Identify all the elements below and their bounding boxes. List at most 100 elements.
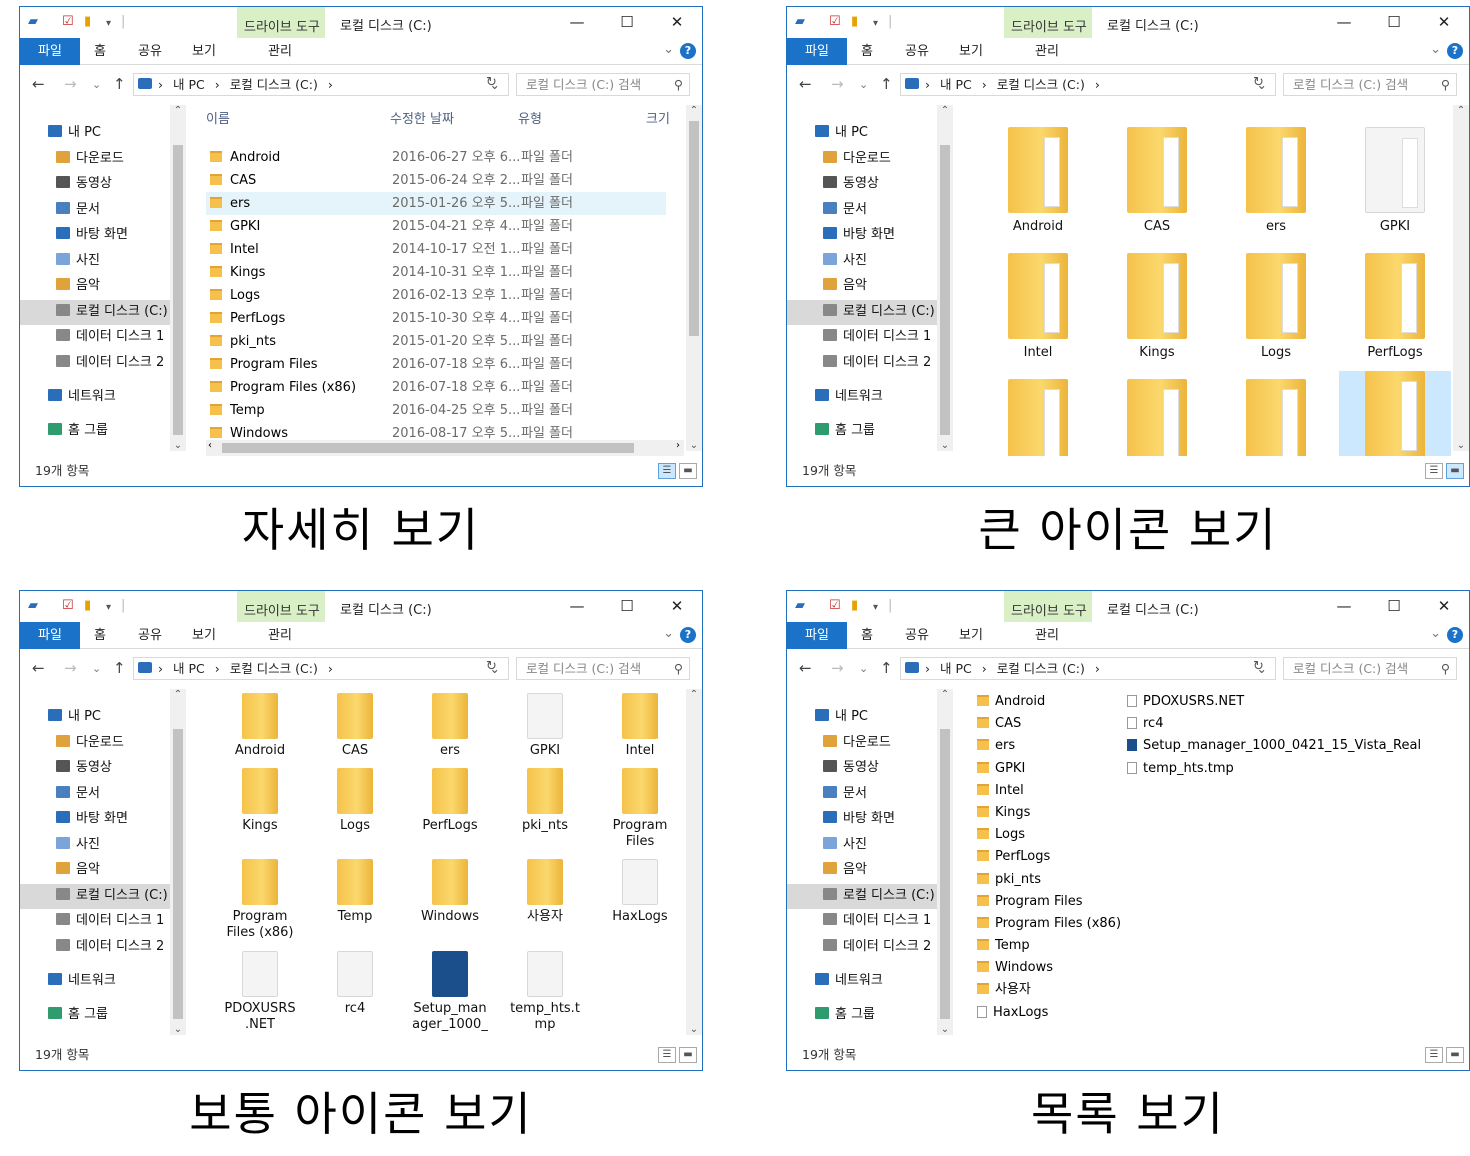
large-icons-view-icon[interactable]: ▬ bbox=[679, 463, 697, 479]
nav-item[interactable]: 네트워크 bbox=[815, 385, 883, 409]
nav-item[interactable]: 다운로드 bbox=[823, 147, 891, 171]
nav-item[interactable]: 음악 bbox=[823, 858, 867, 882]
scroll-right-icon[interactable]: › bbox=[676, 440, 680, 451]
close-button[interactable]: ✕ bbox=[1419, 591, 1469, 622]
nav-item[interactable]: 데이터 디스크 1 bbox=[823, 325, 931, 349]
tab-file[interactable]: 파일 bbox=[20, 38, 80, 65]
search-input[interactable]: 로컬 디스크 (C:) 검색 ⚲ bbox=[1283, 73, 1457, 96]
list-item[interactable]: pki_nts bbox=[977, 869, 1121, 891]
minimize-button[interactable]: — bbox=[552, 591, 602, 622]
up-arrow-icon[interactable]: ↑ bbox=[113, 75, 126, 93]
properties-icon[interactable]: ☑ bbox=[62, 14, 74, 29]
large-icons-view-icon[interactable]: ▬ bbox=[1446, 463, 1464, 479]
nav-item[interactable]: 음악 bbox=[56, 274, 100, 298]
nav-item[interactable]: 홈 그룹 bbox=[815, 1003, 875, 1027]
nav-item[interactable]: 로컬 디스크 (C:) bbox=[823, 300, 935, 324]
tab-file[interactable]: 파일 bbox=[20, 622, 80, 649]
nav-item[interactable]: 데이터 디스크 1 bbox=[56, 325, 164, 349]
breadcrumb-drive[interactable]: 로컬 디스크 (C:) bbox=[230, 77, 318, 92]
large-icon-item[interactable]: PerfLogs bbox=[1339, 253, 1451, 361]
address-bar[interactable]: › 내 PC › 로컬 디스크 (C:) › ⌄ bbox=[900, 657, 1276, 680]
maximize-button[interactable]: ☐ bbox=[602, 591, 652, 622]
tab-file[interactable]: 파일 bbox=[787, 622, 847, 649]
nav-pane-scrollbar[interactable]: ⌃ ⌄ bbox=[170, 689, 186, 1035]
nav-item[interactable]: 사진 bbox=[823, 249, 867, 273]
medium-icon-item[interactable]: rc4 bbox=[310, 951, 400, 1017]
maximize-button[interactable]: ☐ bbox=[602, 7, 652, 38]
close-button[interactable]: ✕ bbox=[652, 7, 702, 38]
explorer-icon[interactable]: ▰ bbox=[28, 598, 38, 613]
back-arrow-icon[interactable]: ← bbox=[799, 659, 812, 677]
list-item[interactable]: PerfLogs bbox=[977, 846, 1121, 868]
search-icon[interactable]: ⚲ bbox=[674, 658, 683, 679]
up-arrow-icon[interactable]: ↑ bbox=[113, 659, 126, 677]
table-row[interactable]: CAS 2015-06-24 오후 2... 파일 폴더 bbox=[206, 169, 666, 192]
large-icon-item[interactable]: CAS bbox=[1101, 127, 1213, 235]
large-icon-item[interactable]: ers bbox=[1220, 127, 1332, 235]
help-icon[interactable]: ? bbox=[1447, 43, 1463, 59]
address-bar[interactable]: › 내 PC › 로컬 디스크 (C:) › ⌄ bbox=[133, 657, 509, 680]
chevron-down-icon[interactable]: ⌄ bbox=[1430, 626, 1441, 641]
customize-quick-access-icon[interactable]: ▾ bbox=[873, 602, 878, 613]
new-folder-icon[interactable]: ▮ bbox=[84, 598, 91, 613]
medium-icon-item[interactable]: Temp bbox=[310, 859, 400, 925]
nav-item[interactable]: 네트워크 bbox=[815, 969, 883, 993]
table-row[interactable]: Program Files (x86) 2016-07-18 오후 6... 파일 … bbox=[206, 376, 666, 399]
list-item[interactable]: Logs bbox=[977, 824, 1121, 846]
nav-item[interactable]: 네트워크 bbox=[48, 969, 116, 993]
drive-tools-context-tab[interactable]: 드라이브 도구 bbox=[1004, 7, 1092, 38]
medium-icon-item[interactable]: Program Files (x86) bbox=[215, 859, 305, 941]
explorer-icon[interactable]: ▰ bbox=[795, 14, 805, 29]
large-icon-item[interactable]: Intel bbox=[982, 253, 1094, 361]
scroll-up-icon[interactable]: ⌃ bbox=[170, 689, 186, 700]
list-item[interactable]: PDOXUSRS.NET bbox=[1127, 691, 1421, 713]
content-scrollbar[interactable]: ⌃ ⌄ bbox=[686, 105, 702, 451]
tab-share[interactable]: 공유 bbox=[130, 38, 170, 65]
scroll-down-icon[interactable]: ⌄ bbox=[937, 440, 953, 451]
large-icon-item[interactable]: Android bbox=[982, 127, 1094, 235]
medium-icon-item[interactable]: HaxLogs bbox=[595, 859, 684, 925]
recent-locations-icon[interactable]: ⌄ bbox=[92, 78, 101, 91]
refresh-icon[interactable]: ↻ bbox=[1253, 659, 1264, 674]
tab-share[interactable]: 공유 bbox=[897, 38, 937, 65]
tab-share[interactable]: 공유 bbox=[897, 622, 937, 649]
column-header[interactable]: 수정한 날짜 bbox=[390, 103, 454, 137]
forward-arrow-icon[interactable]: → bbox=[831, 659, 844, 677]
list-item[interactable]: Program Files (x86) bbox=[977, 913, 1121, 935]
large-icon-item[interactable] bbox=[1339, 371, 1451, 456]
nav-item[interactable]: 홈 그룹 bbox=[48, 419, 108, 443]
medium-icon-item[interactable]: PerfLogs bbox=[405, 768, 495, 834]
customize-quick-access-icon[interactable]: ▾ bbox=[873, 18, 878, 29]
medium-icon-item[interactable]: Logs bbox=[310, 768, 400, 834]
nav-item[interactable]: 문서 bbox=[56, 782, 100, 806]
breadcrumb-pc[interactable]: 내 PC bbox=[940, 661, 972, 676]
nav-item[interactable]: 동영상 bbox=[823, 756, 879, 780]
maximize-button[interactable]: ☐ bbox=[1369, 591, 1419, 622]
details-view-icon[interactable]: ☰ bbox=[1425, 1047, 1443, 1063]
tab-home[interactable]: 홈 bbox=[851, 38, 883, 65]
nav-item[interactable]: 바탕 화면 bbox=[56, 807, 128, 831]
nav-item[interactable]: 다운로드 bbox=[56, 147, 124, 171]
table-row[interactable]: GPKI 2015-04-21 오후 4... 파일 폴더 bbox=[206, 215, 666, 238]
properties-icon[interactable]: ☑ bbox=[829, 14, 841, 29]
nav-item[interactable]: 내 PC bbox=[48, 121, 101, 145]
new-folder-icon[interactable]: ▮ bbox=[851, 14, 858, 29]
scroll-thumb[interactable] bbox=[1453, 105, 1469, 200]
nav-item[interactable]: 문서 bbox=[823, 198, 867, 222]
scroll-up-icon[interactable]: ⌃ bbox=[686, 689, 702, 700]
drive-tools-context-tab[interactable]: 드라이브 도구 bbox=[237, 7, 325, 38]
large-icon-item[interactable] bbox=[982, 379, 1094, 456]
nav-item[interactable]: 로컬 디스크 (C:) bbox=[823, 884, 935, 908]
scroll-up-icon[interactable]: ⌃ bbox=[937, 105, 953, 116]
medium-icon-item[interactable]: Kings bbox=[215, 768, 305, 834]
tab-manage[interactable]: 관리 bbox=[260, 38, 300, 65]
close-button[interactable]: ✕ bbox=[652, 591, 702, 622]
recent-locations-icon[interactable]: ⌄ bbox=[859, 662, 868, 675]
chevron-down-icon[interactable]: ⌄ bbox=[1430, 42, 1441, 57]
column-header[interactable]: 유형 bbox=[518, 103, 542, 137]
scroll-down-icon[interactable]: ⌄ bbox=[1453, 440, 1469, 451]
nav-item[interactable]: 데이터 디스크 1 bbox=[823, 909, 931, 933]
medium-icon-item[interactable]: Setup_man ager_1000_ bbox=[405, 951, 495, 1033]
table-row[interactable]: Android 2016-06-27 오후 6... 파일 폴더 bbox=[206, 146, 666, 169]
scroll-left-icon[interactable]: ‹ bbox=[208, 440, 212, 451]
